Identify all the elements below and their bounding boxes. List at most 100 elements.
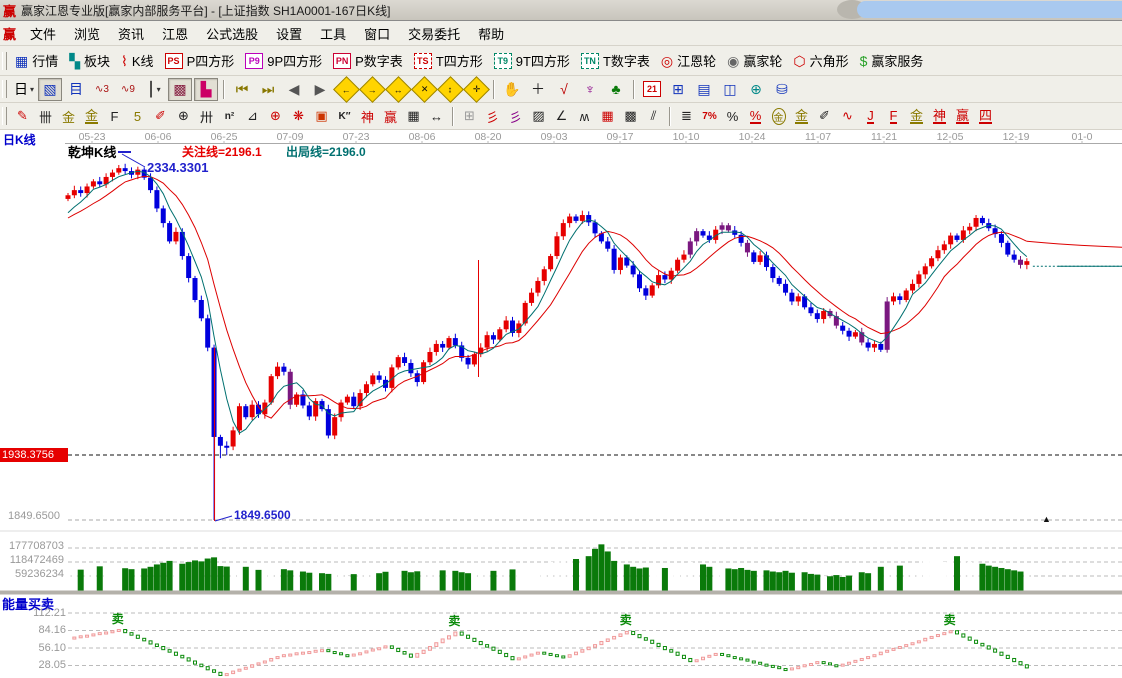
hexagon-button[interactable]: ⬡ 六角形 [789,49,855,72]
period-day-dropdown[interactable]: 日 ▾ [12,78,36,101]
trend-chart-button[interactable]: ▧ [38,77,62,101]
vee-tool[interactable]: ʍ [573,105,596,127]
parallels-tool[interactable]: ⫽ [642,105,665,127]
save-button[interactable]: ◫ [718,78,742,101]
service-button[interactable]: $ 赢家服务 [856,49,931,72]
f-line-tool[interactable]: F [882,105,905,127]
t-number-button[interactable]: TN T数字表 [577,49,657,72]
kline-button[interactable]: ⌇ K线 [117,49,161,72]
hash-tool[interactable]: 卅 [195,105,218,127]
cycle-dial-tool[interactable]: ⊕ [172,105,195,127]
shen-slash-tool[interactable]: 神 [928,105,951,127]
pan-left-button[interactable]: ← [332,75,360,103]
four-slash-tool[interactable]: 四 [974,105,997,127]
pattern-box-button[interactable]: ▩ [168,77,192,101]
fan-red-tool[interactable]: 彡 [481,105,504,127]
gold-slash-tool[interactable]: 金 [905,105,928,127]
t-square-button[interactable]: TS T四方形 [410,49,490,72]
flag-pen-tool[interactable]: ✐ [813,105,836,127]
toolbar-grip[interactable] [2,51,7,70]
color-histogram-button[interactable]: ▙ [194,77,218,101]
candle-style-dropdown[interactable]: ⎮ ▾ [142,78,166,101]
protractor-tool[interactable]: ⊿ [241,105,264,127]
quotes-button[interactable]: ▦ 行情 [11,49,65,72]
target-cross-tool[interactable]: ⊕ [264,105,287,127]
winner-wheel-button[interactable]: ◉ 赢家轮 [723,49,789,72]
p-number-button[interactable]: PN P数字表 [329,49,410,72]
menu-设置[interactable]: 设置 [267,25,311,44]
ruler-123-tool[interactable]: ▦ [402,105,425,127]
toolbar-grip[interactable] [2,107,7,125]
next-button[interactable]: ▶ [308,78,332,101]
f-grid-tool[interactable]: F [103,105,126,127]
gann-wheel-button[interactable]: ◎ 江恩轮 [657,49,723,72]
pc-export-button[interactable]: ⛁ [770,78,794,101]
menu-交易委托[interactable]: 交易委托 [399,25,469,44]
band-tool[interactable]: ∿ [836,105,859,127]
k-mark-tool[interactable]: K″ [333,105,356,127]
expand-h-button[interactable]: ↔ [384,75,412,103]
scale-ruler-tool[interactable]: ≣ [675,105,698,127]
prev-button[interactable]: ◀ [282,78,306,101]
t9-square-button[interactable]: T9 9T四方形 [490,49,577,72]
coil-tool[interactable]: 5 [126,105,149,127]
win-tool[interactable]: 赢 [379,105,402,127]
wave-9-button[interactable]: ∿9 [116,78,140,101]
knot-tool-button[interactable]: ♣ [604,78,628,101]
window-tool[interactable]: ⊞ [458,105,481,127]
span-tool[interactable]: ↔ [425,105,448,127]
measure-button[interactable]: √ [552,78,576,101]
calendar-button[interactable]: 21 [640,78,664,101]
compress-button[interactable]: ✕ [410,75,438,103]
snow-tool[interactable]: ❋ [287,105,310,127]
chart-canvas[interactable]: 05-23 06-06 06-25 07-09 07-23 08-06 08-20 09-03… [0,130,1122,678]
pan-right-button[interactable]: → [358,75,386,103]
grid-red-tool[interactable]: ▦ [596,105,619,127]
pct-line-tool[interactable]: % [744,105,767,127]
frame-target-tool[interactable]: ▣ [310,105,333,127]
grid-dark-tool[interactable]: ▩ [619,105,642,127]
menu-窗口[interactable]: 窗口 [355,25,399,44]
hand-tool-button[interactable]: ✋ [500,78,524,101]
expand-all-button[interactable]: ✛ [462,75,490,103]
menu-江恩[interactable]: 江恩 [153,25,197,44]
brush-tool[interactable]: ✐ [149,105,172,127]
expand-v-button[interactable]: ↕ [436,75,464,103]
j-line-tool[interactable]: J [859,105,882,127]
crosshair-button[interactable]: ＋ [526,78,550,101]
menu-工具[interactable]: 工具 [311,25,355,44]
menu-文件[interactable]: 文件 [21,25,65,44]
p9-square-button[interactable]: P9 9P四方形 [241,49,329,72]
first-page-button[interactable]: ⏮ [230,78,254,101]
pen-tool[interactable]: ✎ [11,105,34,127]
menu-浏览[interactable]: 浏览 [65,25,109,44]
gold-line-tool-b[interactable]: 金 [80,105,103,127]
fan-purple-tool[interactable]: 彡 [504,105,527,127]
chart-area[interactable]: 05-23 06-06 06-25 07-09 07-23 08-06 08-20 09-03… [0,130,1122,678]
pct-tool[interactable]: % [721,105,744,127]
notepad-button[interactable]: ▤ [692,78,716,101]
scroll-triangle-icon[interactable]: ▲ [1042,514,1051,524]
pct7-tool[interactable]: 7% [698,105,721,127]
menu-资讯[interactable]: 资讯 [109,25,153,44]
calculator-button[interactable]: ⊞ [666,78,690,101]
ribbon-tool-button[interactable]: ♆ [578,78,602,101]
fan-box-tool[interactable]: ▨ [527,105,550,127]
pane-period-label[interactable]: 日K线 [3,131,36,148]
comb-tool[interactable]: 卌 [34,105,57,127]
menu-公式选股[interactable]: 公式选股 [197,25,267,44]
p-square-button[interactable]: PS P四方形 [161,49,242,72]
web-export-button[interactable]: ⊕ [744,78,768,101]
sectors-button[interactable]: ▚ 板块 [65,49,117,72]
angle-line-tool[interactable]: ∠ [550,105,573,127]
last-page-button[interactable]: ⏭ [256,78,280,101]
shen-tool[interactable]: 神 [356,105,379,127]
menu-帮助[interactable]: 帮助 [469,25,513,44]
gold-line-tool-a[interactable]: 金 [57,105,80,127]
win-slash-tool[interactable]: 赢 [951,105,974,127]
gold-bar-tool[interactable]: 金 [790,105,813,127]
wave-3-button[interactable]: ∿3 [90,78,114,101]
gold-ring-tool[interactable]: 金 [767,105,790,127]
toolbar-grip[interactable] [2,80,7,98]
n2-tool[interactable]: n² [218,105,241,127]
